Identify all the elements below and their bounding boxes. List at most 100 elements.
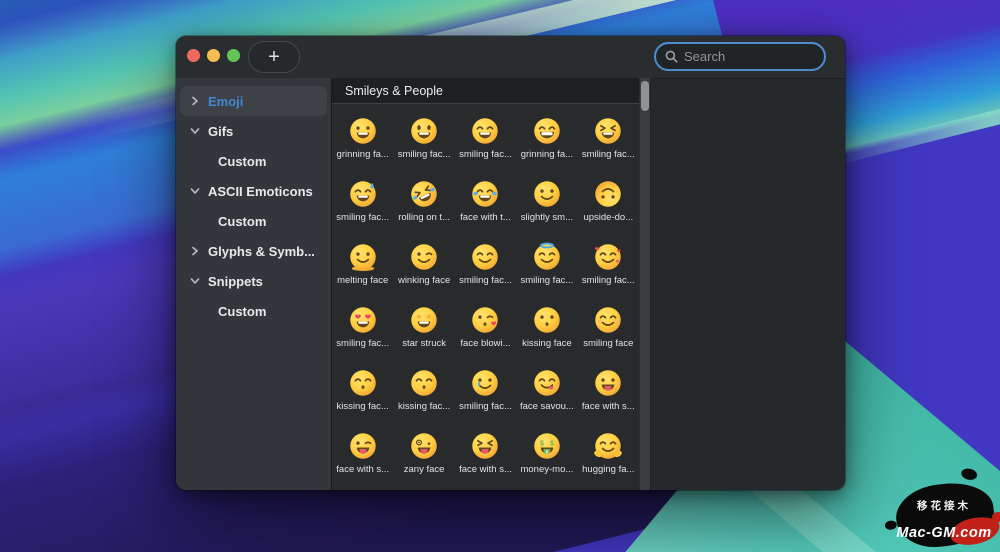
emoji-icon	[470, 368, 500, 398]
emoji-icon	[348, 179, 378, 209]
titlebar: +	[176, 36, 845, 79]
search-input[interactable]	[684, 49, 815, 64]
app-window: + Emoji Gifs	[176, 36, 845, 490]
emoji-label: winking face	[397, 275, 451, 286]
emoji-cell-25[interactable]: face with s...	[578, 359, 639, 422]
minimize-button[interactable]	[207, 49, 220, 62]
emoji-icon	[532, 179, 562, 209]
emoji-cell-9[interactable]: slightly sm...	[516, 170, 577, 233]
emoji-cell-19[interactable]: kissing face	[516, 296, 577, 359]
emoji-label: face blowi...	[460, 338, 511, 349]
emoji-icon	[532, 116, 562, 146]
emoji-icon	[348, 242, 378, 272]
chevron-icon	[188, 246, 202, 256]
emoji-label: kissing fac...	[336, 401, 389, 412]
sidebar-item-custom[interactable]: Custom	[180, 146, 327, 176]
emoji-label: face with t...	[460, 212, 511, 223]
zoom-button[interactable]	[227, 49, 240, 62]
sidebar-item-gifs[interactable]: Gifs	[180, 116, 327, 146]
emoji-label: face savou...	[519, 401, 574, 412]
emoji-cell-17[interactable]: star struck	[393, 296, 454, 359]
desktop: 移花接木 Mac-GM.com + Search Emoji Gifs Cust…	[0, 0, 1000, 552]
emoji-cell-6[interactable]: smiling fac...	[332, 170, 393, 233]
emoji-cell-2[interactable]: smiling fac...	[393, 107, 454, 170]
emoji-cell-26[interactable]: face with s...	[332, 422, 393, 485]
sidebar-item-label: Emoji	[208, 93, 244, 109]
chevron-icon	[188, 186, 202, 196]
emoji-cell-20[interactable]: smiling face	[578, 296, 639, 359]
emoji-cell-23[interactable]: smiling fac...	[455, 359, 516, 422]
emoji-cell-16[interactable]: smiling fac...	[332, 296, 393, 359]
emoji-cell-4[interactable]: grinning fa...	[516, 107, 577, 170]
emoji-cell-8[interactable]: face with t...	[455, 170, 516, 233]
sidebar-item-ascii-emoticons[interactable]: ASCII Emoticons	[180, 176, 327, 206]
sidebar-item-label: Custom	[218, 303, 267, 319]
svg-text:$: $	[550, 440, 554, 448]
emoji-icon	[409, 305, 439, 335]
emoji-cell-12[interactable]: winking face	[393, 233, 454, 296]
emoji-cell-13[interactable]: smiling fac...	[455, 233, 516, 296]
emoji-cell-21[interactable]: kissing fac...	[332, 359, 393, 422]
sidebar-item-snippets[interactable]: Snippets	[180, 266, 327, 296]
emoji-cell-10[interactable]: upside-do...	[578, 170, 639, 233]
emoji-icon	[470, 179, 500, 209]
emoji-grid: grinning fa... smiling fac... smiling fa…	[332, 104, 639, 490]
emoji-icon	[409, 431, 439, 461]
sidebar-item-custom[interactable]: Custom	[180, 296, 327, 326]
emoji-icon	[532, 368, 562, 398]
emoji-cell-29[interactable]: $ $ $ money-mo...	[516, 422, 577, 485]
chevron-icon	[188, 96, 202, 106]
emoji-label: zany face	[403, 464, 445, 475]
emoji-icon	[593, 305, 623, 335]
emoji-label: rolling on t...	[398, 212, 450, 223]
emoji-label: upside-do...	[583, 212, 634, 223]
scrollbar-thumb[interactable]	[641, 81, 649, 111]
emoji-cell-1[interactable]: grinning fa...	[332, 107, 393, 170]
sidebar-item-glyphs-symb[interactable]: Glyphs & Symb...	[180, 236, 327, 266]
scrollbar-track[interactable]	[639, 78, 650, 490]
emoji-cell-18[interactable]: face blowi...	[455, 296, 516, 359]
new-tab-button[interactable]: +	[248, 41, 300, 73]
emoji-icon	[409, 179, 439, 209]
emoji-icon	[470, 116, 500, 146]
emoji-icon	[409, 242, 439, 272]
sidebar-item-label: ASCII Emoticons	[208, 183, 313, 199]
sidebar-item-emoji[interactable]: Emoji	[180, 86, 327, 116]
emoji-label: smiling fac...	[397, 149, 451, 160]
emoji-icon	[593, 179, 623, 209]
emoji-cell-3[interactable]: smiling fac...	[455, 107, 516, 170]
emoji-icon	[470, 431, 500, 461]
emoji-label: kissing face	[522, 338, 572, 349]
sidebar-item-custom[interactable]: Custom	[180, 206, 327, 236]
svg-text:$: $	[540, 440, 544, 448]
emoji-cell-28[interactable]: face with s...	[455, 422, 516, 485]
emoji-icon	[409, 368, 439, 398]
search-field[interactable]	[654, 42, 826, 71]
emoji-icon	[409, 116, 439, 146]
emoji-icon	[348, 431, 378, 461]
emoji-panel: Smileys & People grinning fa... smiling …	[331, 78, 651, 490]
emoji-label: face with s...	[581, 401, 635, 412]
emoji-label: slightly sm...	[520, 212, 574, 223]
emoji-cell-5[interactable]: smiling fac...	[578, 107, 639, 170]
emoji-cell-30[interactable]: hugging fa...	[578, 422, 639, 485]
sidebar-item-label: Snippets	[208, 273, 263, 289]
emoji-cell-22[interactable]: kissing fac...	[393, 359, 454, 422]
emoji-icon	[470, 305, 500, 335]
emoji-label: smiling fac...	[459, 149, 512, 160]
emoji-label: smiling fac...	[520, 275, 574, 286]
emoji-label: face with s...	[459, 464, 512, 475]
emoji-cell-15[interactable]: smiling fac...	[578, 233, 639, 296]
ink-dot	[918, 488, 928, 495]
section-header: Smileys & People	[332, 78, 639, 104]
emoji-cell-7[interactable]: rolling on t...	[393, 170, 454, 233]
emoji-label: smiling fac...	[459, 275, 512, 286]
emoji-cell-14[interactable]: smiling fac...	[516, 233, 577, 296]
emoji-label: money-mo...	[520, 464, 574, 475]
sidebar-item-label: Gifs	[208, 123, 234, 139]
emoji-cell-27[interactable]: zany face	[393, 422, 454, 485]
emoji-cell-24[interactable]: face savou...	[516, 359, 577, 422]
emoji-cell-11[interactable]: melting face	[332, 233, 393, 296]
close-button[interactable]	[187, 49, 200, 62]
emoji-label: smiling fac...	[581, 275, 635, 286]
